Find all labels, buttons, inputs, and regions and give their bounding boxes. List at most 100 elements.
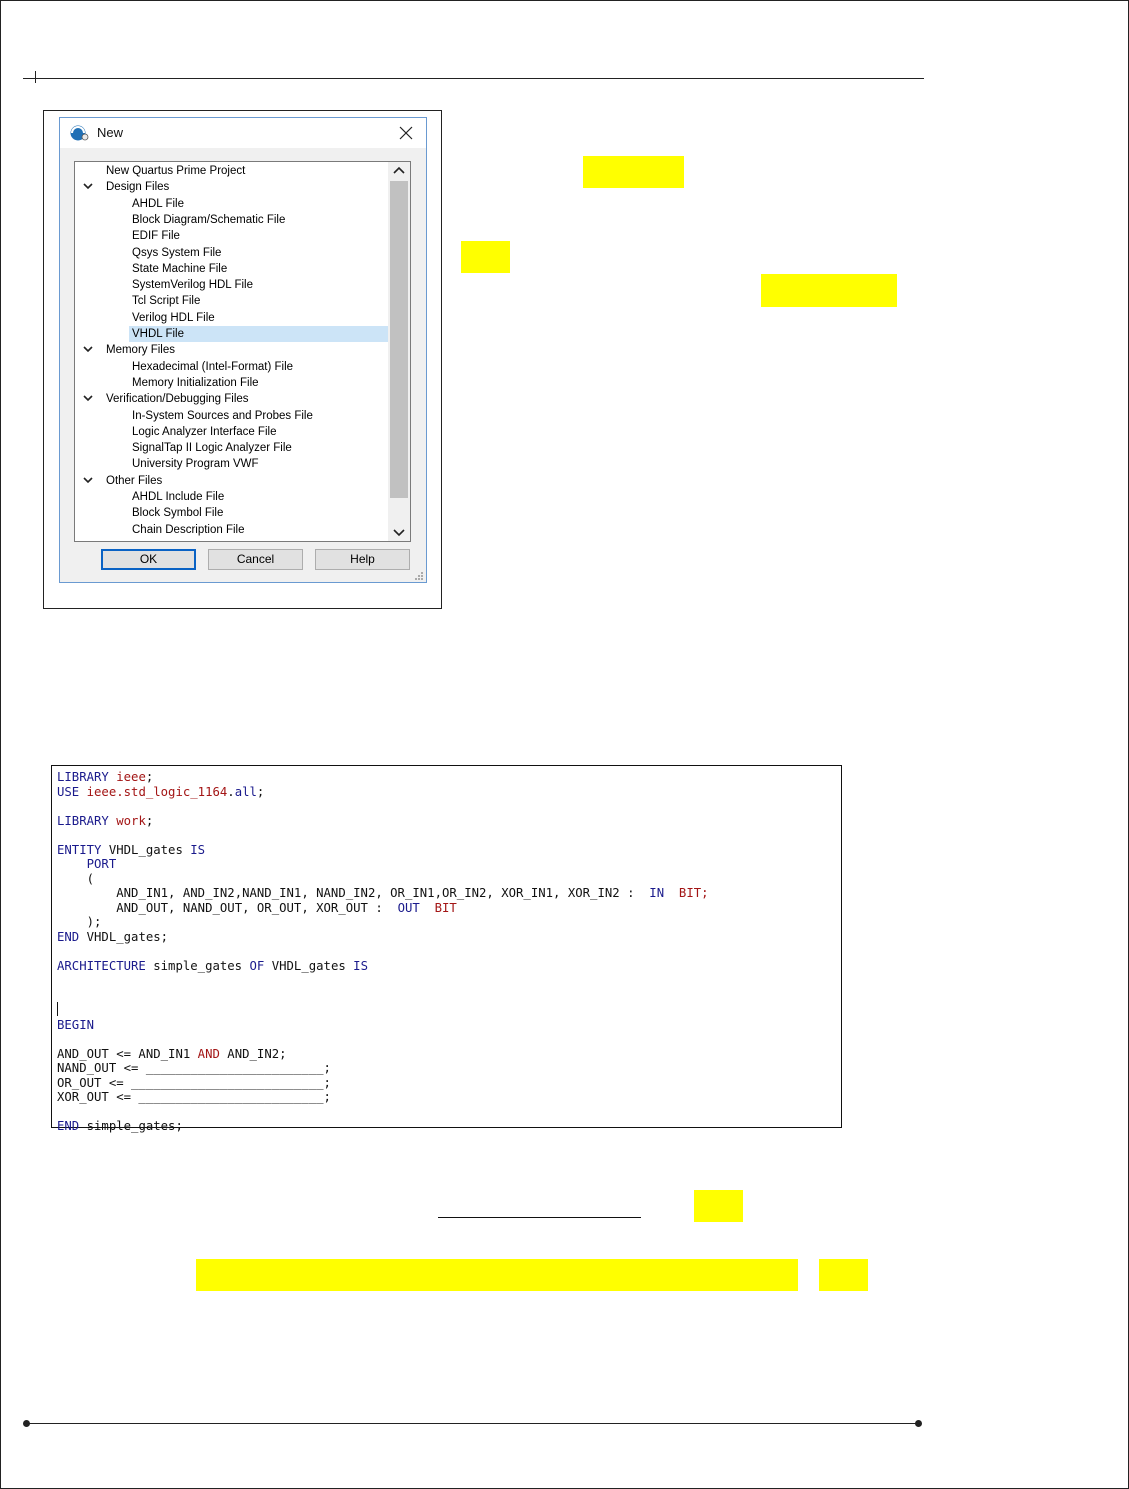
code-fill-in-line: XOR_OUT <= _________________________; [57,1090,331,1104]
tree-item-label: In-System Sources and Probes File [132,409,313,422]
file-type-list[interactable]: New Quartus Prime Project Design Files AHD… [74,161,411,542]
code-library: ieee.std_logic_1164 [86,784,228,799]
code-text: AND_OUT, NAND_OUT, OR_OUT, XOR_OUT : [116,900,383,915]
code-keyword: PORT [86,857,117,871]
vhdl-code-listing: LIBRARY ieee; USE ieee.std_logic_1164.al… [51,765,842,1133]
code-text: VHDL_gates [108,842,183,857]
tree-item[interactable]: New Quartus Prime Project [75,163,388,179]
vhdl-code: LIBRARY ieee; USE ieee.std_logic_1164.al… [57,770,709,1134]
tree-item-label: Other Files [106,474,163,487]
code-keyword: IN [649,886,665,900]
highlight-block [694,1190,743,1222]
tree-item[interactable]: Block Diagram/Schematic File [129,212,388,228]
code-keyword: USE [57,784,80,799]
code-keyword: IS [190,842,206,857]
chevron-down-icon[interactable] [83,345,93,353]
tree-item-label: AHDL File [132,197,184,210]
tree-item-label: Chain Description File [132,523,245,536]
chevron-down-icon[interactable] [83,476,93,484]
text-cursor [57,1002,58,1016]
tree-item[interactable]: Chain Description File [129,522,388,538]
tree-item[interactable]: VHDL File [129,326,388,342]
code-keyword: ARCHITECTURE [57,958,146,973]
tree-item-label: Block Diagram/Schematic File [132,213,286,226]
tree-item[interactable]: Design Files [75,179,388,195]
cancel-button[interactable]: Cancel [208,549,303,570]
code-text: VHDL_gates [271,958,346,973]
dialog-title: New [97,125,124,140]
code-keyword: END [57,1119,80,1133]
tree-item[interactable]: Verification/Debugging Files [75,391,388,407]
help-button[interactable]: Help [315,549,410,570]
code-keyword: IS [353,958,368,973]
footer-rule [27,1423,918,1424]
tree-item[interactable]: Hexadecimal (Intel-Format) File [129,359,388,375]
tree-item-label: University Program VWF [132,458,259,471]
code-library: BIT; [678,886,709,900]
tree-item-label: VHDL File [132,328,184,340]
tree-item[interactable]: In-System Sources and Probes File [129,408,388,424]
new-file-dialog: New New Quartus Prime Project Design File… [59,117,427,583]
tree-item-label: Hexadecimal (Intel-Format) File [132,360,294,373]
tree-item-label: Verilog HDL File [132,311,215,324]
tree-item[interactable]: Memory Files [75,342,388,358]
tree-item[interactable]: Qsys System File [129,245,388,261]
highlight-block [819,1259,868,1291]
code-text: AND_IN1, AND_IN2,NAND_IN1, NAND_IN2, OR_… [116,886,635,900]
highlight-block [196,1259,798,1291]
tree-item[interactable]: Memory Initialization File [129,375,388,391]
tree-item[interactable]: Logic Analyzer Interface File [129,424,388,440]
chevron-down-icon[interactable] [83,182,93,190]
code-keyword: OUT [397,900,420,915]
tree-item[interactable]: AHDL Include File [129,489,388,505]
code-keyword: END [57,929,80,944]
ok-button[interactable]: OK [101,549,196,570]
tree-item[interactable]: AHDL File [129,196,388,212]
tree-item-label: SignalTap II Logic Analyzer File [132,442,292,455]
tree-item-label: Memory Initialization File [132,376,259,389]
header-rule-tick [35,71,36,83]
tree-item[interactable]: Other Files [75,473,388,489]
tree-item-label: Verification/Debugging Files [106,393,249,406]
code-text: simple_gates [153,958,243,973]
tree-item[interactable]: University Program VWF [129,456,388,472]
code-text: ; [145,770,154,784]
tree-item-label: State Machine File [132,262,228,275]
code-keyword: BEGIN [57,1017,95,1032]
code-keyword: all [234,784,257,799]
dialog-titlebar: New [60,118,426,148]
tree-item[interactable]: Verilog HDL File [129,310,388,326]
fill-in-blank-line [438,1217,641,1218]
tree-item[interactable]: Tcl Script File [129,293,388,309]
code-text: simple_gates; [86,1119,183,1133]
highlight-block [461,241,510,273]
code-keyword: LIBRARY [57,770,109,784]
scroll-up-arrow-icon[interactable] [389,162,409,180]
tree-item[interactable]: SignalTap II Logic Analyzer File [129,440,388,456]
code-text: ); [86,915,102,929]
code-keyword: LIBRARY [57,813,109,828]
scroll-down-arrow-icon[interactable] [389,523,409,541]
tree-item[interactable]: State Machine File [129,261,388,277]
resize-grip-icon[interactable] [412,571,424,581]
code-library: work [116,813,146,828]
code-text: ; [145,813,154,828]
code-library: BIT [434,900,457,915]
tree-item[interactable]: SystemVerilog HDL File [129,277,388,293]
tree-item-label: Design Files [106,181,170,194]
scrollbar-thumb[interactable] [390,181,408,498]
tree-item[interactable]: EDIF File [129,228,388,244]
tree-item-label: Memory Files [106,344,176,357]
tree-item-label: SystemVerilog HDL File [132,279,254,292]
code-text: ( [86,871,95,886]
close-icon[interactable] [396,123,416,143]
list-scrollbar[interactable] [388,162,410,541]
header-rule [23,78,924,79]
tree-item-label: Logic Analyzer Interface File [132,425,277,438]
tree-item[interactable]: Block Symbol File [129,505,388,521]
chevron-down-icon[interactable] [83,394,93,402]
code-text: VHDL_gates; [86,929,169,944]
code-text: AND_IN2; [227,1046,287,1061]
tree-item-label: Tcl Script File [132,295,201,308]
highlight-block [761,274,897,307]
